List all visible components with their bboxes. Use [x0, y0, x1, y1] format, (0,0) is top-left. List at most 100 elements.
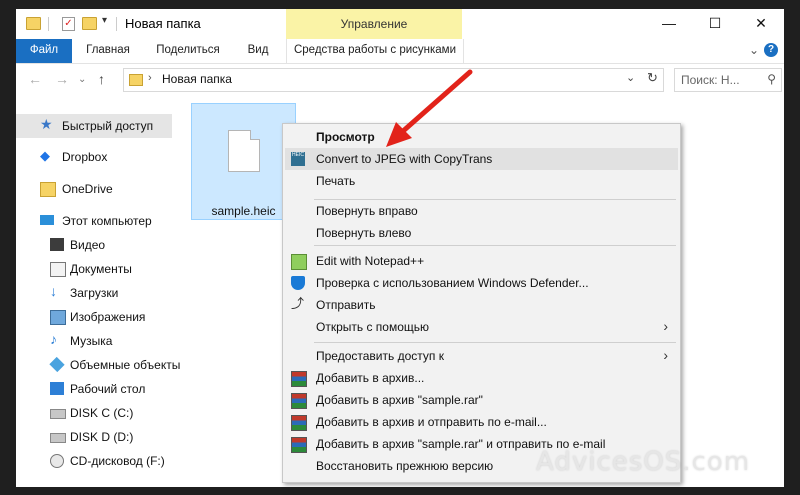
sidebar-item-label: Этот компьютер — [62, 214, 152, 228]
sidebar-item-label: Загрузки — [70, 286, 119, 300]
refresh-icon[interactable]: ↻ — [647, 70, 658, 86]
menu-item-give-access[interactable]: Предоставить доступ к › — [285, 345, 678, 367]
sidebar-item-label: OneDrive — [62, 182, 113, 196]
folder-icon — [26, 17, 41, 30]
menu-item-send[interactable]: ⤴ Отправить — [285, 294, 678, 316]
tab-file[interactable]: Файл — [16, 39, 72, 63]
expand-ribbon-icon[interactable]: ⌄ — [749, 43, 759, 57]
menu-item-label: Edit with Notepad++ — [316, 254, 425, 268]
sidebar-item-label: Музыка — [70, 334, 113, 348]
menu-item-archive-email[interactable]: Добавить в архив и отправить по e-mail..… — [285, 411, 678, 433]
sidebar-item-quick-access[interactable]: ★ Быстрый доступ — [16, 114, 172, 138]
menu-item-rotate-left[interactable]: Повернуть влево — [285, 222, 678, 244]
back-arrow-icon[interactable]: ← — [28, 71, 42, 87]
chevron-right-icon: › — [663, 347, 668, 363]
close-button[interactable]: ✕ — [738, 9, 784, 39]
menu-item-print[interactable]: Печать — [285, 170, 678, 192]
recent-dropdown-icon[interactable]: ⌄ — [78, 74, 86, 85]
sidebar-item-label: CD-дисковод (F:) — [70, 454, 165, 468]
search-placeholder: Поиск: Н... — [681, 73, 740, 87]
defender-icon — [291, 276, 305, 290]
menu-item-label: Добавить в архив и отправить по e-mail..… — [316, 415, 547, 429]
menu-item-label: Восстановить прежнюю версию — [316, 459, 494, 473]
sidebar-item-cd-drive[interactable]: CD-дисковод (F:) — [16, 449, 176, 473]
sidebar-item-label: Документы — [70, 262, 132, 276]
menu-item-label: Отправить — [316, 298, 376, 312]
cd-drive-icon — [50, 454, 64, 468]
quick-access-dropdown-icon[interactable]: ▾ — [102, 15, 107, 26]
properties-icon[interactable]: ✓ — [62, 17, 75, 31]
sidebar-item-pictures[interactable]: Изображения — [16, 305, 176, 329]
sidebar-item-label: Объемные объекты — [70, 358, 181, 372]
menu-item-convert-jpeg[interactable]: HEIC Convert to JPEG with CopyTrans — [285, 148, 678, 170]
help-icon[interactable]: ? — [764, 43, 778, 57]
tab-picture-tools[interactable]: Средства работы с рисунками — [286, 39, 464, 63]
menu-item-label: Печать — [316, 174, 356, 188]
window-title: Новая папка — [125, 16, 201, 31]
menu-item-notepadpp[interactable]: Edit with Notepad++ — [285, 250, 678, 272]
sidebar-item-label: Рабочий стол — [70, 382, 146, 396]
file-item[interactable]: sample.heic — [191, 103, 296, 220]
menu-item-label: Convert to JPEG with CopyTrans — [316, 152, 493, 166]
sidebar-item-onedrive[interactable]: OneDrive — [16, 177, 176, 201]
menu-item-rotate-right[interactable]: Повернуть вправо — [285, 200, 678, 222]
menu-item-label: Повернуть влево — [316, 226, 412, 240]
menu-item-add-sample-rar[interactable]: Добавить в архив "sample.rar" — [285, 389, 678, 411]
star-icon: ★ — [40, 116, 53, 132]
menu-item-label: Добавить в архив... — [316, 371, 425, 385]
address-row: ← → ⌄ ↑ › Новая папка ⌄ ↻ Поиск: Н... ⚲ — [16, 64, 784, 96]
onedrive-icon — [40, 182, 56, 197]
tab-manage[interactable]: Управление — [286, 9, 462, 39]
sidebar-item-disk-c[interactable]: DISK C (C:) — [16, 401, 176, 425]
address-path[interactable]: Новая папка — [162, 72, 232, 86]
menu-item-preview[interactable]: Просмотр — [285, 126, 678, 148]
sidebar-item-video[interactable]: Видео — [16, 233, 176, 257]
sidebar-item-this-pc[interactable]: Этот компьютер — [16, 209, 176, 233]
pictures-icon — [50, 310, 66, 325]
menu-item-label: Повернуть вправо — [316, 204, 418, 218]
sidebar-item-disk-d[interactable]: DISK D (D:) — [16, 425, 176, 449]
forward-arrow-icon[interactable]: → — [55, 71, 69, 87]
folder-icon — [129, 74, 143, 86]
title-bar: ✓ ▾ Новая папка Управление — ☐ ✕ — [16, 9, 784, 39]
address-bar[interactable]: › Новая папка ⌄ ↻ — [123, 68, 664, 92]
menu-item-label: Просмотр — [316, 130, 375, 144]
drive-icon — [50, 433, 66, 443]
tab-view[interactable]: Вид — [238, 39, 278, 63]
search-icon: ⚲ — [767, 72, 776, 86]
sidebar-item-label: Быстрый доступ — [62, 119, 154, 133]
copytrans-icon: HEIC — [291, 152, 305, 166]
maximize-button[interactable]: ☐ — [692, 9, 738, 39]
sidebar-item-dropbox[interactable]: ◆ Dropbox — [16, 145, 176, 169]
winrar-icon — [291, 371, 307, 387]
menu-item-defender[interactable]: Проверка с использованием Windows Defend… — [285, 272, 678, 294]
sidebar-item-3d-objects[interactable]: Объемные объекты — [16, 353, 180, 377]
watermark: AdvicesOS.com — [536, 447, 751, 477]
chevron-right-icon: › — [663, 318, 668, 334]
sidebar-item-downloads[interactable]: ↓ Загрузки — [16, 281, 176, 305]
new-folder-icon[interactable] — [82, 17, 97, 30]
sidebar-item-label: DISK D (D:) — [70, 430, 134, 444]
drive-icon — [50, 409, 66, 419]
context-menu: Просмотр HEIC Convert to JPEG with CopyT… — [282, 123, 681, 483]
winrar-icon — [291, 393, 307, 409]
sidebar-item-documents[interactable]: Документы — [16, 257, 176, 281]
sidebar-item-label: DISK C (C:) — [70, 406, 134, 420]
tab-home[interactable]: Главная — [78, 39, 138, 63]
menu-item-add-archive[interactable]: Добавить в архив... — [285, 367, 678, 389]
menu-item-label: Предоставить доступ к — [316, 349, 444, 363]
chevron-right-icon[interactable]: › — [148, 72, 152, 84]
search-input[interactable]: Поиск: Н... ⚲ — [674, 68, 782, 92]
menu-item-open-with[interactable]: Открыть с помощью › — [285, 316, 678, 338]
divider — [116, 17, 117, 31]
winrar-icon — [291, 415, 307, 431]
menu-divider — [314, 245, 676, 246]
minimize-button[interactable]: — — [646, 9, 692, 39]
chevron-down-icon[interactable]: ⌄ — [626, 71, 635, 84]
sidebar-item-desktop[interactable]: Рабочий стол — [16, 377, 176, 401]
sidebar-item-music[interactable]: ♪ Музыка — [16, 329, 176, 353]
up-arrow-icon[interactable]: ↑ — [98, 71, 105, 87]
divider — [48, 17, 49, 31]
menu-divider — [314, 342, 676, 343]
tab-share[interactable]: Поделиться — [149, 39, 227, 63]
